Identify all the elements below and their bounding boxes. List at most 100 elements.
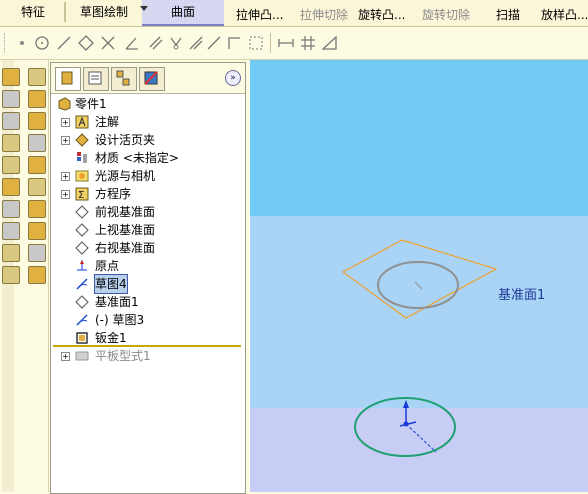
tab-property-manager[interactable] (83, 67, 109, 91)
expand-panel-icon[interactable]: » (225, 70, 241, 86)
sketch-icon (76, 314, 88, 326)
tab-sketch-label: 草图绘制 (79, 5, 128, 19)
tree-root-label: 零件1 (75, 97, 107, 111)
sweep-label: 扫描 (496, 8, 521, 22)
grid-icon[interactable] (300, 35, 316, 51)
fillet-icon[interactable] (2, 112, 20, 130)
origin-icon (77, 260, 87, 271)
tree-item-label: 注解 (95, 115, 120, 129)
tab-display-manager[interactable] (139, 67, 165, 91)
reference-geometry-icon[interactable] (28, 222, 46, 240)
tree-item-label: 右视基准面 (95, 241, 156, 255)
trim-icon[interactable] (100, 35, 116, 51)
tree-item[interactable]: + 注解 (51, 113, 241, 131)
shell-icon[interactable] (28, 134, 46, 152)
loft-boss-label: 放样凸... (541, 8, 588, 22)
expand-toggle-icon[interactable]: + (61, 118, 70, 127)
tab-features[interactable]: 特征 (2, 0, 64, 24)
tree-item[interactable]: 材质 <未指定> (51, 149, 241, 167)
dropdown-arrow-icon (140, 4, 148, 18)
ruler-angle-icon[interactable] (322, 35, 338, 51)
tree-item[interactable]: + 平板型式1 (51, 347, 241, 365)
revolve-cut-label: 旋转切除 (422, 8, 471, 22)
tree-item-label: 草图4 (94, 274, 128, 294)
lights-cameras-icon (75, 170, 89, 182)
origin-triad (399, 400, 437, 453)
offset-icon[interactable] (148, 35, 164, 51)
rectangle-icon[interactable] (78, 35, 94, 51)
circle-icon[interactable] (34, 35, 50, 51)
tree-item[interactable]: 原点 (51, 257, 241, 275)
tree-item[interactable]: 上视基准面 (51, 221, 241, 239)
tree-item[interactable]: (-) 草图3 (51, 311, 241, 329)
tree-item[interactable]: 前视基准面 (51, 203, 241, 221)
chamfer-icon[interactable] (28, 112, 46, 130)
wrap-icon[interactable] (2, 178, 20, 196)
sketch-tools-toolbar (0, 27, 588, 60)
line-icon[interactable] (56, 35, 72, 51)
tab-feature-tree[interactable] (55, 67, 81, 91)
expand-toggle-icon[interactable]: + (61, 172, 70, 181)
plane-icon (75, 223, 89, 237)
graphics-area[interactable]: 基准面1 (250, 60, 588, 492)
features-vertical-toolbar (0, 60, 49, 492)
tree-item-label: (-) 草图3 (95, 313, 145, 327)
sweep-icon[interactable] (2, 90, 20, 108)
tree-item[interactable]: + 设计活页夹 (51, 131, 241, 149)
construction-line-icon[interactable] (188, 35, 204, 51)
rib-icon[interactable] (2, 134, 20, 152)
expand-toggle-icon[interactable]: + (61, 190, 70, 199)
tab-surfaces[interactable]: 曲面 (142, 0, 224, 26)
tab-sketch[interactable]: 草图绘制 (66, 0, 142, 24)
equations-icon: Σ (75, 187, 89, 201)
extrude-icon[interactable] (2, 68, 20, 86)
tree-item[interactable]: + 光源与相机 (51, 167, 241, 185)
part-icon (58, 97, 71, 111)
tree-item-label: 上视基准面 (95, 223, 156, 237)
plane-1-label[interactable]: 基准面1 (498, 284, 545, 303)
revolve-icon[interactable] (28, 68, 46, 86)
tree-item[interactable]: 右视基准面 (51, 239, 241, 257)
material-icon (77, 152, 87, 163)
pattern-icon[interactable] (2, 222, 20, 240)
tree-item-label: 平板型式1 (95, 349, 151, 363)
centerline-icon[interactable] (14, 35, 30, 51)
plane-1-outline[interactable] (341, 239, 498, 319)
angle-icon[interactable] (124, 35, 140, 51)
tree-item[interactable]: 基准面1 (51, 293, 241, 311)
mirror-icon[interactable] (28, 200, 46, 218)
tree-item-label: 基准面1 (95, 295, 139, 309)
tree-item-label: 材质 <未指定> (95, 151, 179, 165)
corner-icon[interactable] (226, 35, 242, 51)
toolbar-separator (270, 33, 271, 53)
tree-item[interactable]: + Σ 方程序 (51, 185, 241, 203)
mirror-icon[interactable] (168, 35, 184, 51)
tree-item[interactable]: 钣金1 (51, 329, 241, 347)
draft-icon[interactable] (2, 156, 20, 174)
tree-item-label: 方程序 (95, 187, 132, 201)
tab-divider (64, 2, 66, 22)
sketch-plane-icon[interactable] (2, 266, 20, 284)
feature-manager-panel: » 零件1 + 注解 + 设计活页夹材质 <未指定> + 光源与相机 + Σ 方程序前视基准面上… (50, 62, 246, 494)
hole-icon[interactable] (28, 156, 46, 174)
dome-icon[interactable] (28, 178, 46, 196)
loft-icon[interactable] (28, 90, 46, 108)
expand-toggle-icon[interactable]: + (61, 352, 70, 361)
revolve-boss-label: 旋转凸... (358, 8, 406, 22)
expand-toggle-icon[interactable]: + (61, 136, 70, 145)
tree-root[interactable]: 零件1 (51, 95, 241, 113)
dotted-rectangle-icon[interactable] (248, 35, 264, 51)
command-manager-toolbar: 特征 草图绘制 曲面 拉伸凸... 拉伸切除 旋转凸... 旋转切除 扫描 放样… (0, 0, 588, 27)
tree-item-selected[interactable]: 草图4 (51, 274, 241, 294)
dimension-icon[interactable] (278, 35, 294, 51)
tree-item-label: 光源与相机 (95, 169, 156, 183)
shape-icon[interactable] (2, 200, 20, 218)
curve-icon[interactable] (2, 244, 20, 262)
sheet-metal-icon[interactable] (28, 244, 46, 262)
convert-entities-icon[interactable] (28, 266, 46, 284)
extrude-boss-label: 拉伸凸... (236, 8, 284, 22)
toolbar-grip (4, 33, 7, 53)
tab-configuration-manager[interactable] (111, 67, 137, 91)
plane-icon (75, 205, 89, 219)
fillet-icon[interactable] (206, 35, 222, 51)
